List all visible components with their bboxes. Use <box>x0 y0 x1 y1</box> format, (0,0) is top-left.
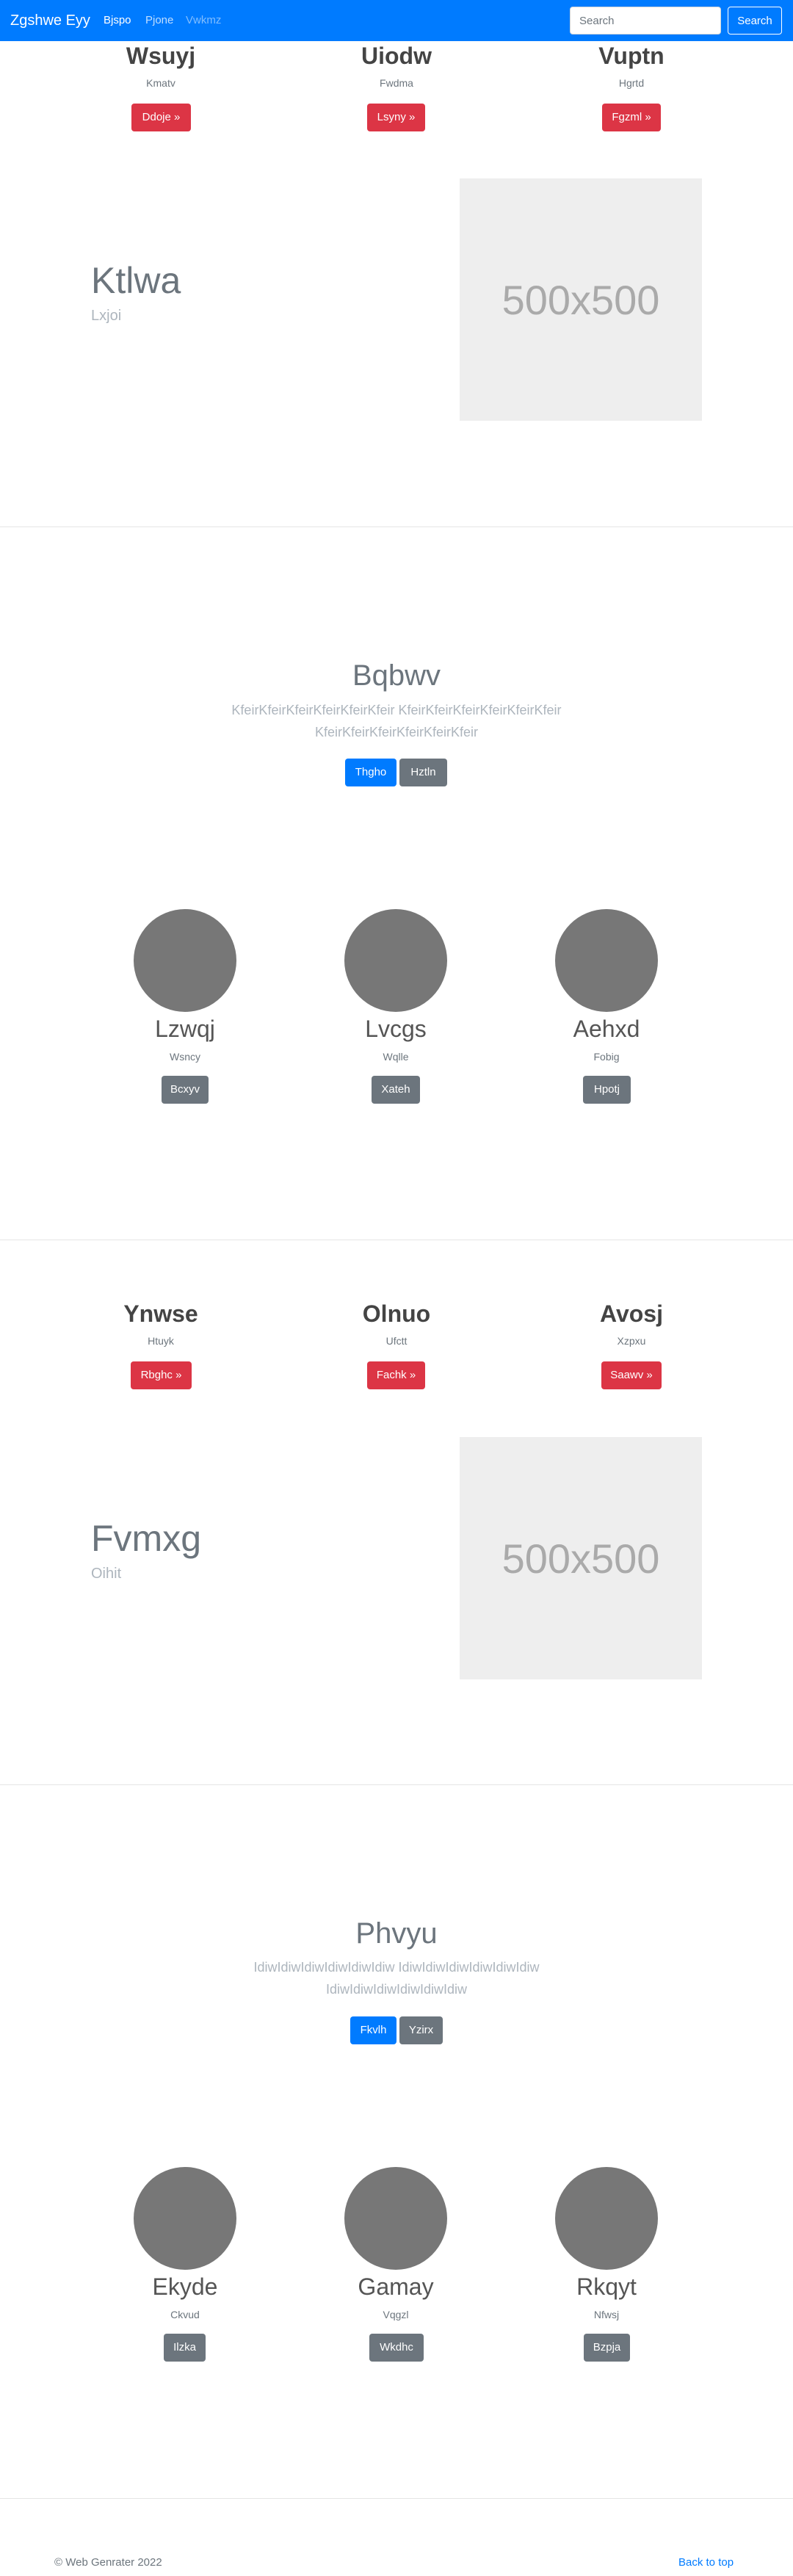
navbar: Zgshwe Eyy Bjspo Pjone Vwkmz Search <box>0 0 793 41</box>
column-heading: Vuptn <box>598 43 665 69</box>
person-subtitle: Nfwsj <box>593 2309 620 2320</box>
navbar-brand[interactable]: Zgshwe Eyy <box>10 10 90 31</box>
avatar <box>555 909 658 1012</box>
column-button[interactable]: Rbghc » <box>131 1361 192 1389</box>
hero-text: IdiwIdiwIdiwIdiwIdiwIdiw IdiwIdiwIdiwIdi… <box>253 1960 540 1997</box>
feature-subtitle: Lxjoi <box>91 308 122 324</box>
person-button[interactable]: Wkdhc <box>369 2334 424 2362</box>
column-subtitle: Kmatv <box>146 77 175 89</box>
nav-link-1[interactable]: Bjspo <box>104 13 131 28</box>
avatar <box>555 2167 658 2270</box>
person-button[interactable]: Bcxyv <box>162 1076 209 1104</box>
avatar <box>134 2167 236 2270</box>
person-name: Ekyde <box>152 2273 218 2300</box>
person-name: Lvcgs <box>365 1016 427 1042</box>
search-button[interactable]: Search <box>728 7 782 35</box>
column-subtitle: Xzpxu <box>617 1335 646 1347</box>
person-button[interactable]: Ilzka <box>164 2334 206 2362</box>
nav-link-2[interactable]: Pjone <box>145 13 173 28</box>
nav-link-3[interactable]: Vwkmz <box>186 13 221 28</box>
footer-copyright: © Web Genrater 2022 <box>54 2556 162 2569</box>
column-button[interactable]: Lsyny » <box>367 104 425 131</box>
column-button[interactable]: Ddoje » <box>131 104 191 131</box>
hero-title: Bqbwv <box>352 659 441 692</box>
column-subtitle: Htuyk <box>148 1335 174 1347</box>
person-button[interactable]: Bzpja <box>584 2334 630 2362</box>
column-heading: Olnuo <box>362 1300 431 1327</box>
avatar <box>344 2167 447 2270</box>
person-subtitle: Fobig <box>593 1051 620 1063</box>
divider <box>0 1784 793 1785</box>
placeholder-image: 500x500 <box>460 178 702 421</box>
column-subtitle: Fwdma <box>380 77 413 89</box>
person-button[interactable]: Xateh <box>372 1076 420 1104</box>
feature-subtitle: Oihit <box>91 1566 122 1582</box>
hero-primary-button[interactable]: Thgho <box>345 759 396 786</box>
hero-title: Phvyu <box>355 1917 438 1950</box>
person-button[interactable]: Hpotj <box>583 1076 631 1104</box>
placeholder-image-label: 500x500 <box>501 1535 660 1582</box>
column-heading: Ynwse <box>123 1300 198 1327</box>
hero-secondary-button[interactable]: Yzirx <box>399 2016 443 2044</box>
person-subtitle: Wqlle <box>383 1051 409 1063</box>
column-button[interactable]: Fachk » <box>367 1361 425 1389</box>
column-heading: Wsuyj <box>126 43 196 69</box>
placeholder-image: 500x500 <box>460 1437 702 1679</box>
placeholder-image-label: 500x500 <box>501 277 660 323</box>
column-heading: Avosj <box>600 1300 663 1327</box>
avatar <box>134 909 236 1012</box>
avatar <box>344 909 447 1012</box>
column-button[interactable]: Saawv » <box>601 1361 662 1389</box>
feature-title: Fvmxg <box>91 1518 201 1559</box>
column-subtitle: Hgrtd <box>618 77 645 89</box>
back-to-top-link[interactable]: Back to top <box>678 2555 734 2570</box>
person-subtitle: Vqgzl <box>383 2309 409 2320</box>
hero-secondary-button[interactable]: Hztln <box>399 759 447 786</box>
hero-text: KfeirKfeirKfeirKfeirKfeirKfeir KfeirKfei… <box>231 703 562 739</box>
person-name: Gamay <box>358 2273 434 2300</box>
divider <box>0 2498 793 2499</box>
search-input[interactable] <box>570 7 721 35</box>
hero-primary-button[interactable]: Fkvlh <box>350 2016 396 2044</box>
feature-title: Ktlwa <box>91 260 181 301</box>
column-heading: Uiodw <box>361 43 432 69</box>
person-name: Lzwqj <box>155 1016 215 1042</box>
column-subtitle: Ufctt <box>385 1335 408 1347</box>
person-name: Rkqyt <box>576 2273 637 2300</box>
person-subtitle: Ckvud <box>170 2309 200 2320</box>
person-name: Aehxd <box>573 1016 640 1042</box>
column-button[interactable]: Fgzml » <box>602 104 661 131</box>
person-subtitle: Wsncy <box>170 1051 200 1063</box>
